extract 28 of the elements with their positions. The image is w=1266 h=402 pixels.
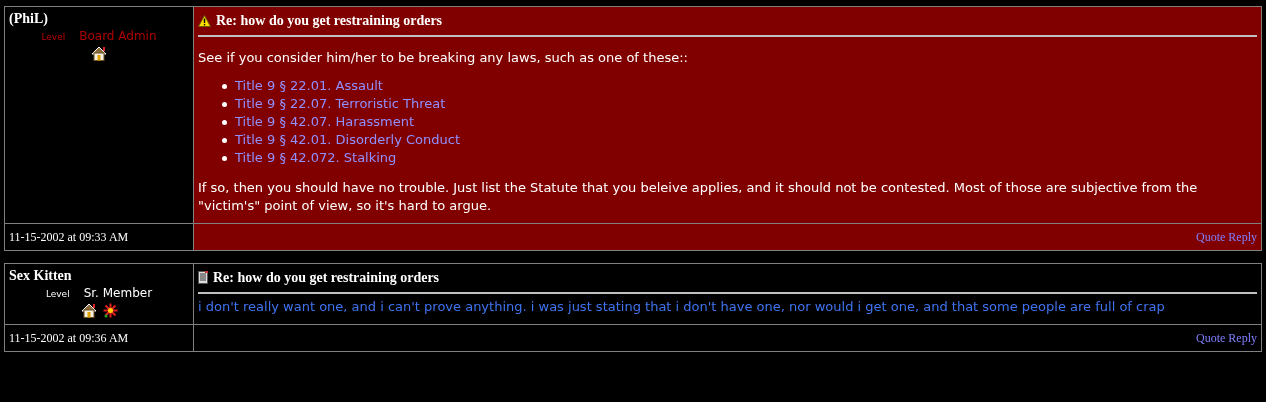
- post-title: Re: how do you get restraining orders: [213, 269, 440, 286]
- quote-reply-link[interactable]: Quote Reply: [1196, 228, 1257, 246]
- statute-link[interactable]: Title 9 § 22.07. Terroristic Threat: [235, 95, 446, 113]
- author-name: (PhiL): [9, 10, 49, 27]
- member-rank: Board Admin: [79, 28, 157, 45]
- statute-link[interactable]: Title 9 § 42.01. Disorderly Conduct: [235, 131, 460, 149]
- statute-link[interactable]: Title 9 § 42.072. Stalking: [235, 149, 397, 167]
- bullet-icon: [222, 101, 227, 107]
- document-icon: [198, 271, 208, 284]
- statute-link[interactable]: Title 9 § 42.07. Harassment: [235, 113, 415, 131]
- bullet-icon: [222, 137, 227, 143]
- bullet-icon: [222, 119, 227, 125]
- post-text: See if you consider him/her to be breaking any laws, such as one of these::: [198, 49, 689, 67]
- quote-reply-link[interactable]: Quote Reply: [1196, 329, 1257, 347]
- statute-link[interactable]: Title 9 § 22.01. Assault: [235, 77, 383, 95]
- member-rank: Sr. Member: [83, 285, 153, 302]
- warning-icon: [198, 14, 211, 27]
- house-icon: [80, 303, 97, 318]
- bullet-icon: [222, 155, 227, 161]
- flower-icon: [102, 303, 118, 318]
- author-name: Sex Kitten: [9, 267, 73, 284]
- post-title: Re: how do you get restraining orders: [216, 12, 443, 29]
- level-label: Level: [41, 31, 66, 44]
- post-text: i don't really want one, and i can't prove anything. i was just stating that i don't have one, nor would i get one, and that some people are full of crap: [198, 298, 1166, 316]
- house-icon: [91, 46, 107, 61]
- post-text: If so, then you should have no trouble. Just list the Statute that you beleive applies, and it should not be contested. Most of those are subjective from the "victim's" point of view, so it's hard to argue.: [198, 179, 1199, 215]
- level-label: Level: [45, 288, 70, 301]
- bullet-icon: [222, 83, 227, 89]
